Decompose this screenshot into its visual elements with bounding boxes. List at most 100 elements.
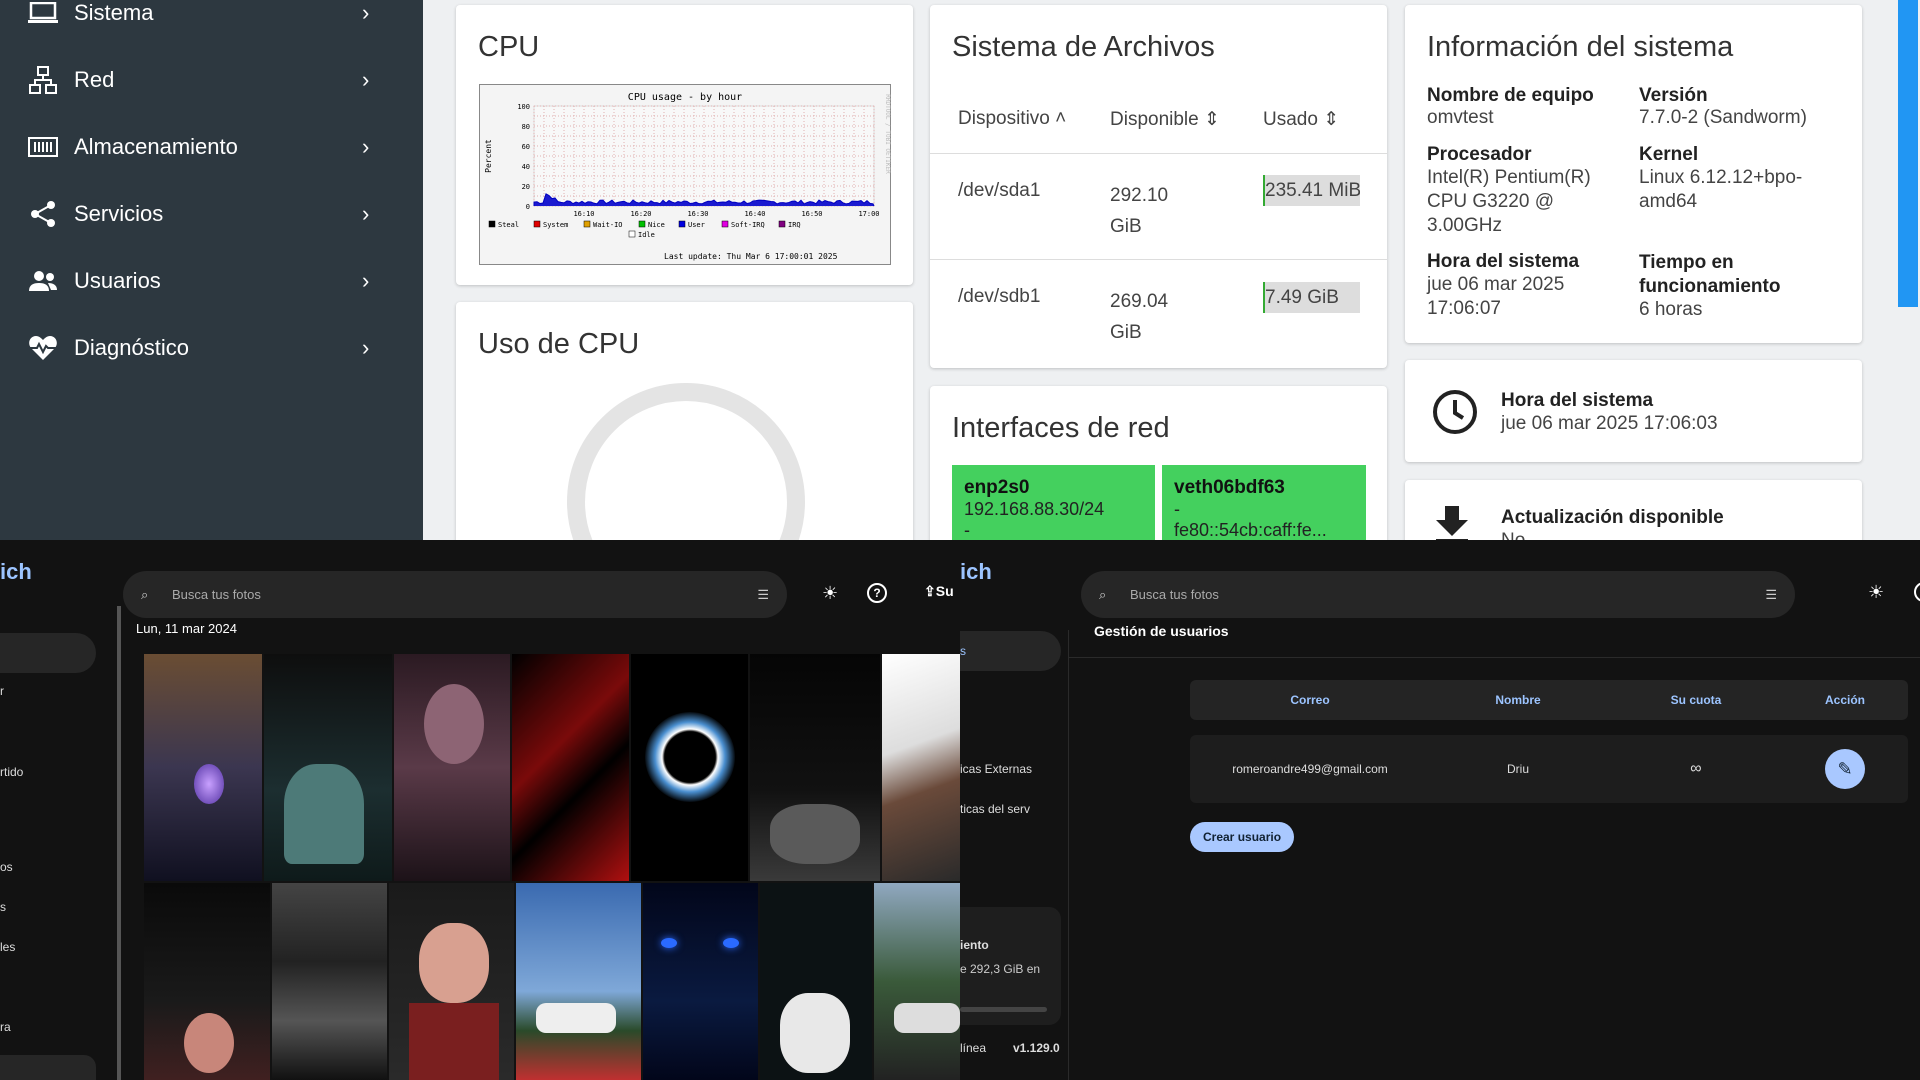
sidebar-item-active[interactable]: s	[960, 631, 1061, 671]
x-tick-label: 16:10	[573, 210, 594, 218]
divider	[1068, 657, 1920, 658]
fs-device: /dev/sdb1	[958, 286, 1041, 307]
iface-ip: 192.168.88.30/24	[964, 499, 1105, 519]
sidebar-item[interactable]: rtido	[0, 765, 23, 779]
photo-thumbnail[interactable]	[264, 654, 392, 881]
photo-thumbnail[interactable]	[631, 654, 748, 881]
y-tick-label: 40	[522, 163, 530, 171]
admin-app: ich ⌕ Busca tus fotos ☰ ☀ s icas Externa…	[960, 540, 1920, 1080]
edit-user-button[interactable]: ✎	[1825, 749, 1865, 789]
chevron-right-icon: ›	[362, 268, 370, 293]
column-header-used[interactable]: Usado ⇕	[1263, 108, 1339, 131]
sidebar-item-almacenamiento[interactable]: Almacenamiento ›	[0, 119, 423, 175]
filter-sliders-icon[interactable]: ☰	[757, 587, 769, 603]
chevron-right-icon: ›	[362, 335, 370, 360]
scrollbar[interactable]	[117, 606, 121, 1080]
theme-toggle-icon[interactable]: ☀	[1868, 582, 1884, 603]
help-icon[interactable]	[1914, 582, 1920, 602]
sidebar-item-servicios[interactable]: Servicios ›	[0, 186, 423, 242]
theme-toggle-icon[interactable]: ☀	[822, 583, 838, 604]
legend-swatch	[721, 220, 729, 228]
sidebar-item[interactable]: icas Externas	[960, 762, 1032, 776]
x-tick-label: 16:20	[630, 210, 651, 218]
photo-thumbnail[interactable]	[394, 654, 510, 881]
photo-thumbnail[interactable]	[144, 883, 270, 1080]
cpu-card: CPU CPU usage - by hour Percent RRDTOOL …	[456, 5, 913, 285]
sidebar-item-diagnostico[interactable]: Diagnóstico ›	[0, 320, 423, 376]
graph-watermark: RRDTOOL / TOBI OETIKER	[884, 94, 891, 174]
user-name: Driu	[1506, 762, 1530, 776]
search-input[interactable]: Busca tus fotos	[1130, 587, 1219, 602]
y-tick-label: 20	[522, 183, 530, 191]
legend-swatch	[533, 220, 541, 228]
sidebar-item-usuarios[interactable]: Usuarios ›	[0, 253, 423, 309]
search-bar[interactable]: ⌕ Busca tus fotos ☰	[123, 571, 787, 618]
x-tick-label: 16:50	[801, 210, 822, 218]
search-bar[interactable]: ⌕ Busca tus fotos ☰	[1081, 571, 1795, 618]
system-info-card: Información del sistema Nombre de equipo…	[1405, 5, 1862, 343]
info-value: omvtest	[1427, 107, 1494, 128]
sidebar-item-label: Diagnóstico	[74, 335, 189, 360]
sidebar-item-red[interactable]: Red ›	[0, 52, 423, 108]
photo-thumbnail[interactable]	[760, 883, 872, 1080]
system-time-card: Hora del sistema jue 06 mar 2025 17:06:0…	[1405, 360, 1862, 462]
graph-last-update: Last update: Thu Mar 6 17:00:01 2025	[664, 252, 838, 261]
upload-label: Su	[935, 583, 954, 599]
sidebar-item[interactable]: s	[0, 900, 6, 914]
create-user-button[interactable]: Crear usuario	[1190, 822, 1295, 852]
y-tick-label: 100	[517, 103, 530, 111]
sidebar-item[interactable]: r	[0, 684, 4, 698]
fs-used-bar: 235.41 MiB	[1263, 175, 1360, 206]
date-heading: Lun, 11 mar 2024	[136, 621, 237, 636]
photo-thumbnail[interactable]	[512, 654, 629, 881]
cpu-usage-graph: CPU usage - by hour Percent RRDTOOL / TO…	[479, 84, 891, 265]
info-value: jue 06 mar 2025 17:06:07	[1427, 274, 1565, 319]
column-header-available[interactable]: Disponible ⇕	[1110, 108, 1220, 131]
info-label: Hora del sistema	[1427, 251, 1580, 272]
network-card: Interfaces de red enp2s0 192.168.88.30/2…	[930, 386, 1387, 540]
sidebar-item[interactable]: les	[0, 940, 15, 954]
iface-extra: -	[964, 520, 970, 540]
storage-title: iento	[960, 938, 989, 952]
update-card: Actualización disponible No	[1405, 480, 1862, 540]
photo-thumbnail[interactable]	[882, 654, 960, 881]
legend-swatch	[778, 220, 786, 228]
sidebar-item-active[interactable]	[0, 633, 96, 673]
legend-swatch	[628, 230, 636, 238]
storage-panel: iento e 292,3 GiB en	[960, 907, 1061, 1025]
sidebar-item-sistema[interactable]: Sistema ›	[0, 0, 423, 41]
share-icon	[27, 198, 59, 230]
omv-dashboard: Sistema › Red › Almacenamiento › Servici…	[0, 0, 1920, 540]
y-tick-label: 60	[522, 143, 530, 151]
photo-thumbnail[interactable]	[144, 654, 262, 881]
iface-tile[interactable]: enp2s0 192.168.88.30/24 -	[952, 465, 1155, 540]
divider	[1068, 630, 1069, 1080]
info-label: Kernel	[1639, 144, 1699, 165]
sidebar-item[interactable]: os	[0, 860, 13, 874]
photo-thumbnail[interactable]	[272, 883, 387, 1080]
filter-sliders-icon[interactable]: ☰	[1765, 587, 1777, 603]
legend-label: User	[688, 221, 705, 229]
info-label: Nombre de equipo	[1427, 85, 1594, 106]
legend-label: Nice	[648, 221, 665, 229]
user-quota: ∞	[1690, 760, 1702, 777]
search-input[interactable]: Busca tus fotos	[172, 587, 261, 602]
clock-value: jue 06 mar 2025 17:06:03	[1501, 413, 1718, 434]
column-header-device[interactable]: Dispositivo ˄	[958, 108, 1066, 130]
photo-thumbnail[interactable]	[516, 883, 641, 1080]
sidebar-item[interactable]: ra	[0, 1020, 11, 1034]
iface-tile[interactable]: veth06bdf63 - fe80::54cb:caff:fe...	[1162, 465, 1366, 540]
scrollbar-thumb[interactable]	[1898, 0, 1918, 307]
photo-thumbnail[interactable]	[389, 883, 514, 1080]
photo-thumbnail[interactable]	[643, 883, 758, 1080]
y-tick-label: 0	[526, 203, 530, 211]
clock-icon	[1433, 390, 1477, 434]
upload-button[interactable]: ⇪Su	[924, 583, 954, 600]
pencil-icon: ✎	[1837, 759, 1853, 779]
fs-available: 269.04 GiB	[1110, 291, 1169, 343]
photo-thumbnail[interactable]	[874, 883, 960, 1080]
sidebar-item[interactable]: ticas del serv	[960, 802, 1030, 816]
help-icon[interactable]: ?	[867, 583, 887, 603]
page-title: Gestión de usuarios	[1094, 623, 1229, 639]
photo-thumbnail[interactable]	[750, 654, 880, 881]
